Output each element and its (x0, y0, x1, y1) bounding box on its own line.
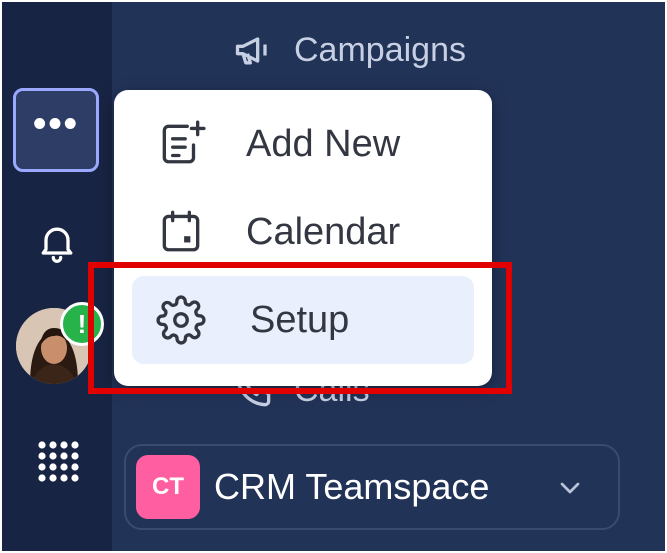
apps-grid-icon[interactable] (36, 439, 80, 483)
teamspace-name: CRM Teamspace (214, 466, 490, 507)
add-new-icon (162, 120, 206, 164)
teamspace-switcher[interactable]: CT CRM Teamspace (124, 444, 620, 530)
bell-icon[interactable] (35, 220, 79, 264)
nav-item-campaigns[interactable]: Campaigns (232, 28, 466, 72)
calendar-icon (162, 210, 200, 252)
app-window: Campaigns Calls ••• ! CT CRM Teamspace A… (2, 2, 665, 551)
more-options-button[interactable]: ••• (13, 88, 99, 172)
highlight-box (88, 262, 512, 394)
more-dots-icon: ••• (33, 103, 79, 145)
menu-item-add-new[interactable]: Add New (132, 100, 474, 188)
teamspace-badge: CT (136, 455, 200, 519)
megaphone-icon (235, 37, 267, 65)
menu-item-label: Add New (246, 122, 401, 165)
chevron-down-icon (560, 482, 580, 494)
menu-item-label: Calendar (246, 210, 401, 253)
nav-item-label: Campaigns (294, 30, 466, 69)
